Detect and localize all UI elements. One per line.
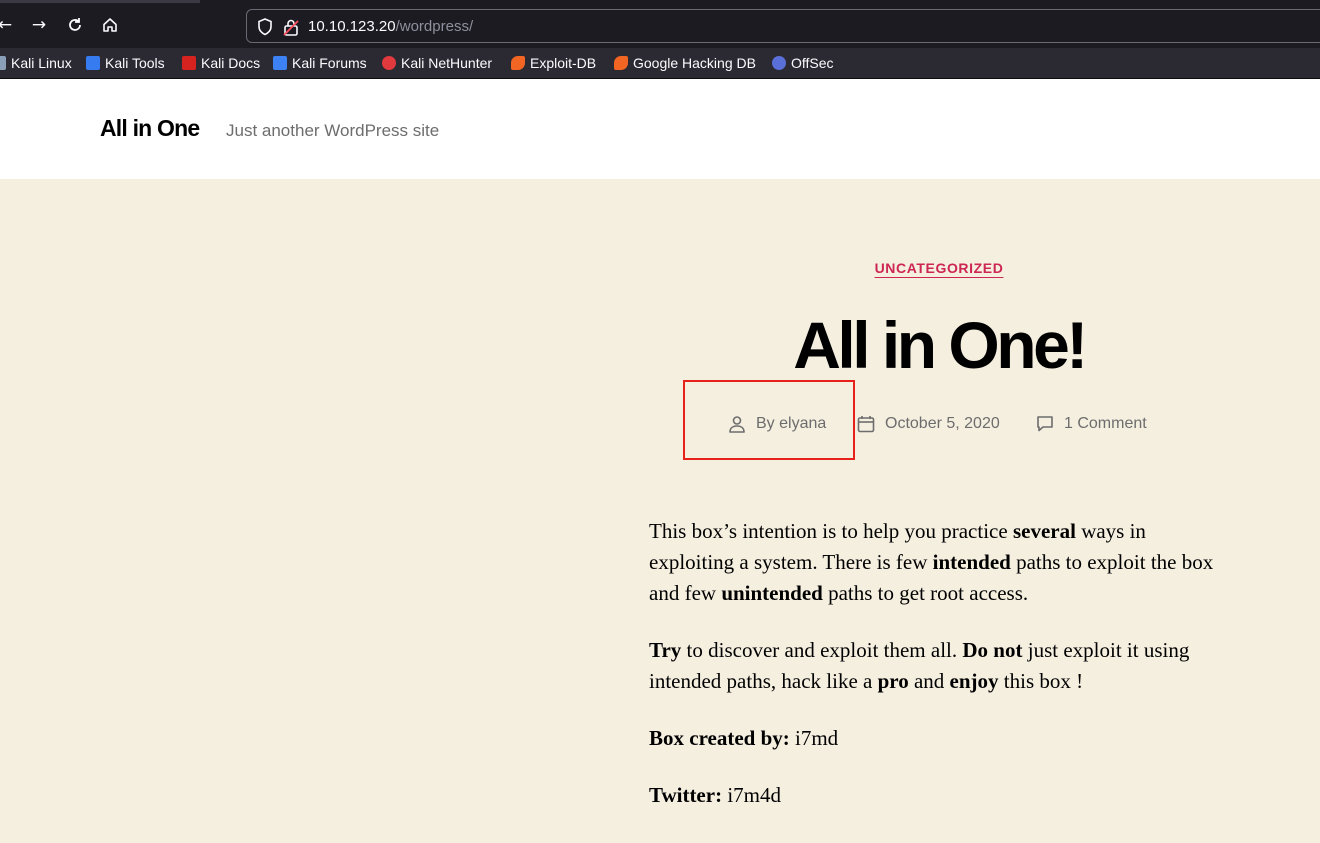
date-link[interactable]: October 5, 2020 — [885, 412, 1000, 436]
bookmark-label: Kali NetHunter — [401, 55, 493, 71]
post-content: This box’s intention is to help you prac… — [649, 516, 1229, 837]
category-link[interactable]: UNCATEGORIZED — [875, 260, 1004, 276]
bookmark-exploit-db[interactable]: Exploit-DB — [511, 54, 596, 72]
annotation-highlight-box — [683, 380, 855, 460]
tracking-protection-icon[interactable] — [257, 18, 273, 36]
ghdb-icon — [614, 56, 628, 70]
bookmark-label: Kali Linux — [11, 55, 72, 71]
kali-forums-icon — [273, 56, 287, 70]
url-path: /wordpress/ — [395, 18, 474, 35]
home-button[interactable] — [99, 14, 121, 36]
bookmark-google-hacking-db[interactable]: Google Hacking DB — [614, 54, 756, 72]
insecure-lock-icon[interactable] — [283, 18, 299, 36]
tab-strip-edge — [0, 0, 200, 3]
home-icon — [103, 18, 117, 32]
twitter-handle: Twitter: i7m4d — [649, 783, 781, 807]
calendar-icon — [857, 416, 875, 433]
bookmark-offsec[interactable]: OffSec — [772, 54, 834, 72]
bookmark-label: Kali Tools — [105, 55, 165, 71]
bookmark-kali-tools[interactable]: Kali Tools — [86, 54, 165, 72]
bookmark-label: Kali Docs — [201, 55, 261, 71]
reload-button[interactable] — [64, 14, 86, 36]
url-host: 10.10.123.20 — [308, 18, 396, 35]
kali-dragon-icon — [0, 56, 6, 70]
comments-link[interactable]: 1 Comment — [1064, 412, 1147, 436]
bookmark-kali-linux[interactable]: Kali Linux — [0, 54, 72, 72]
post-category: UNCATEGORIZED — [0, 260, 1320, 278]
bookmark-label: OffSec — [791, 55, 834, 71]
forward-button[interactable]: → — [28, 14, 50, 36]
bookmark-kali-nethunter[interactable]: Kali NetHunter — [382, 54, 492, 72]
kali-nethunter-icon — [382, 56, 396, 70]
browser-toolbar: ← → 10.10.123.20/wordpress/ — [0, 0, 1320, 48]
exploit-db-icon — [511, 56, 525, 70]
bookmark-kali-forums[interactable]: Kali Forums — [273, 54, 367, 72]
site-description: Just another WordPress site — [226, 121, 440, 140]
site-header: All in One Just another WordPress site — [0, 79, 1320, 179]
bookmark-label: Google Hacking DB — [633, 55, 756, 71]
back-button[interactable]: ← — [0, 14, 16, 36]
url-bar[interactable]: 10.10.123.20/wordpress/ — [246, 9, 1320, 43]
box-creator: Box created by: i7md — [649, 726, 839, 750]
url-text[interactable]: 10.10.123.20/wordpress/ — [308, 18, 473, 35]
post-title: All in One! — [793, 308, 1088, 382]
kali-tools-icon — [86, 56, 100, 70]
reload-icon — [69, 18, 81, 31]
bookmark-label: Exploit-DB — [530, 55, 597, 71]
bookmarks-bar: Kali Linux Kali Tools Kali Docs Kali For… — [0, 48, 1320, 79]
bookmark-label: Kali Forums — [292, 55, 367, 71]
content-paragraph: Try to discover and exploit them all. Do… — [649, 638, 1190, 693]
bookmark-kali-docs[interactable]: Kali Docs — [182, 54, 260, 72]
kali-docs-icon — [182, 56, 196, 70]
site-title[interactable]: All in One — [100, 115, 200, 142]
offsec-icon — [772, 56, 786, 70]
content-paragraph: This box’s intention is to help you prac… — [649, 519, 1214, 605]
comment-icon — [1037, 416, 1053, 432]
